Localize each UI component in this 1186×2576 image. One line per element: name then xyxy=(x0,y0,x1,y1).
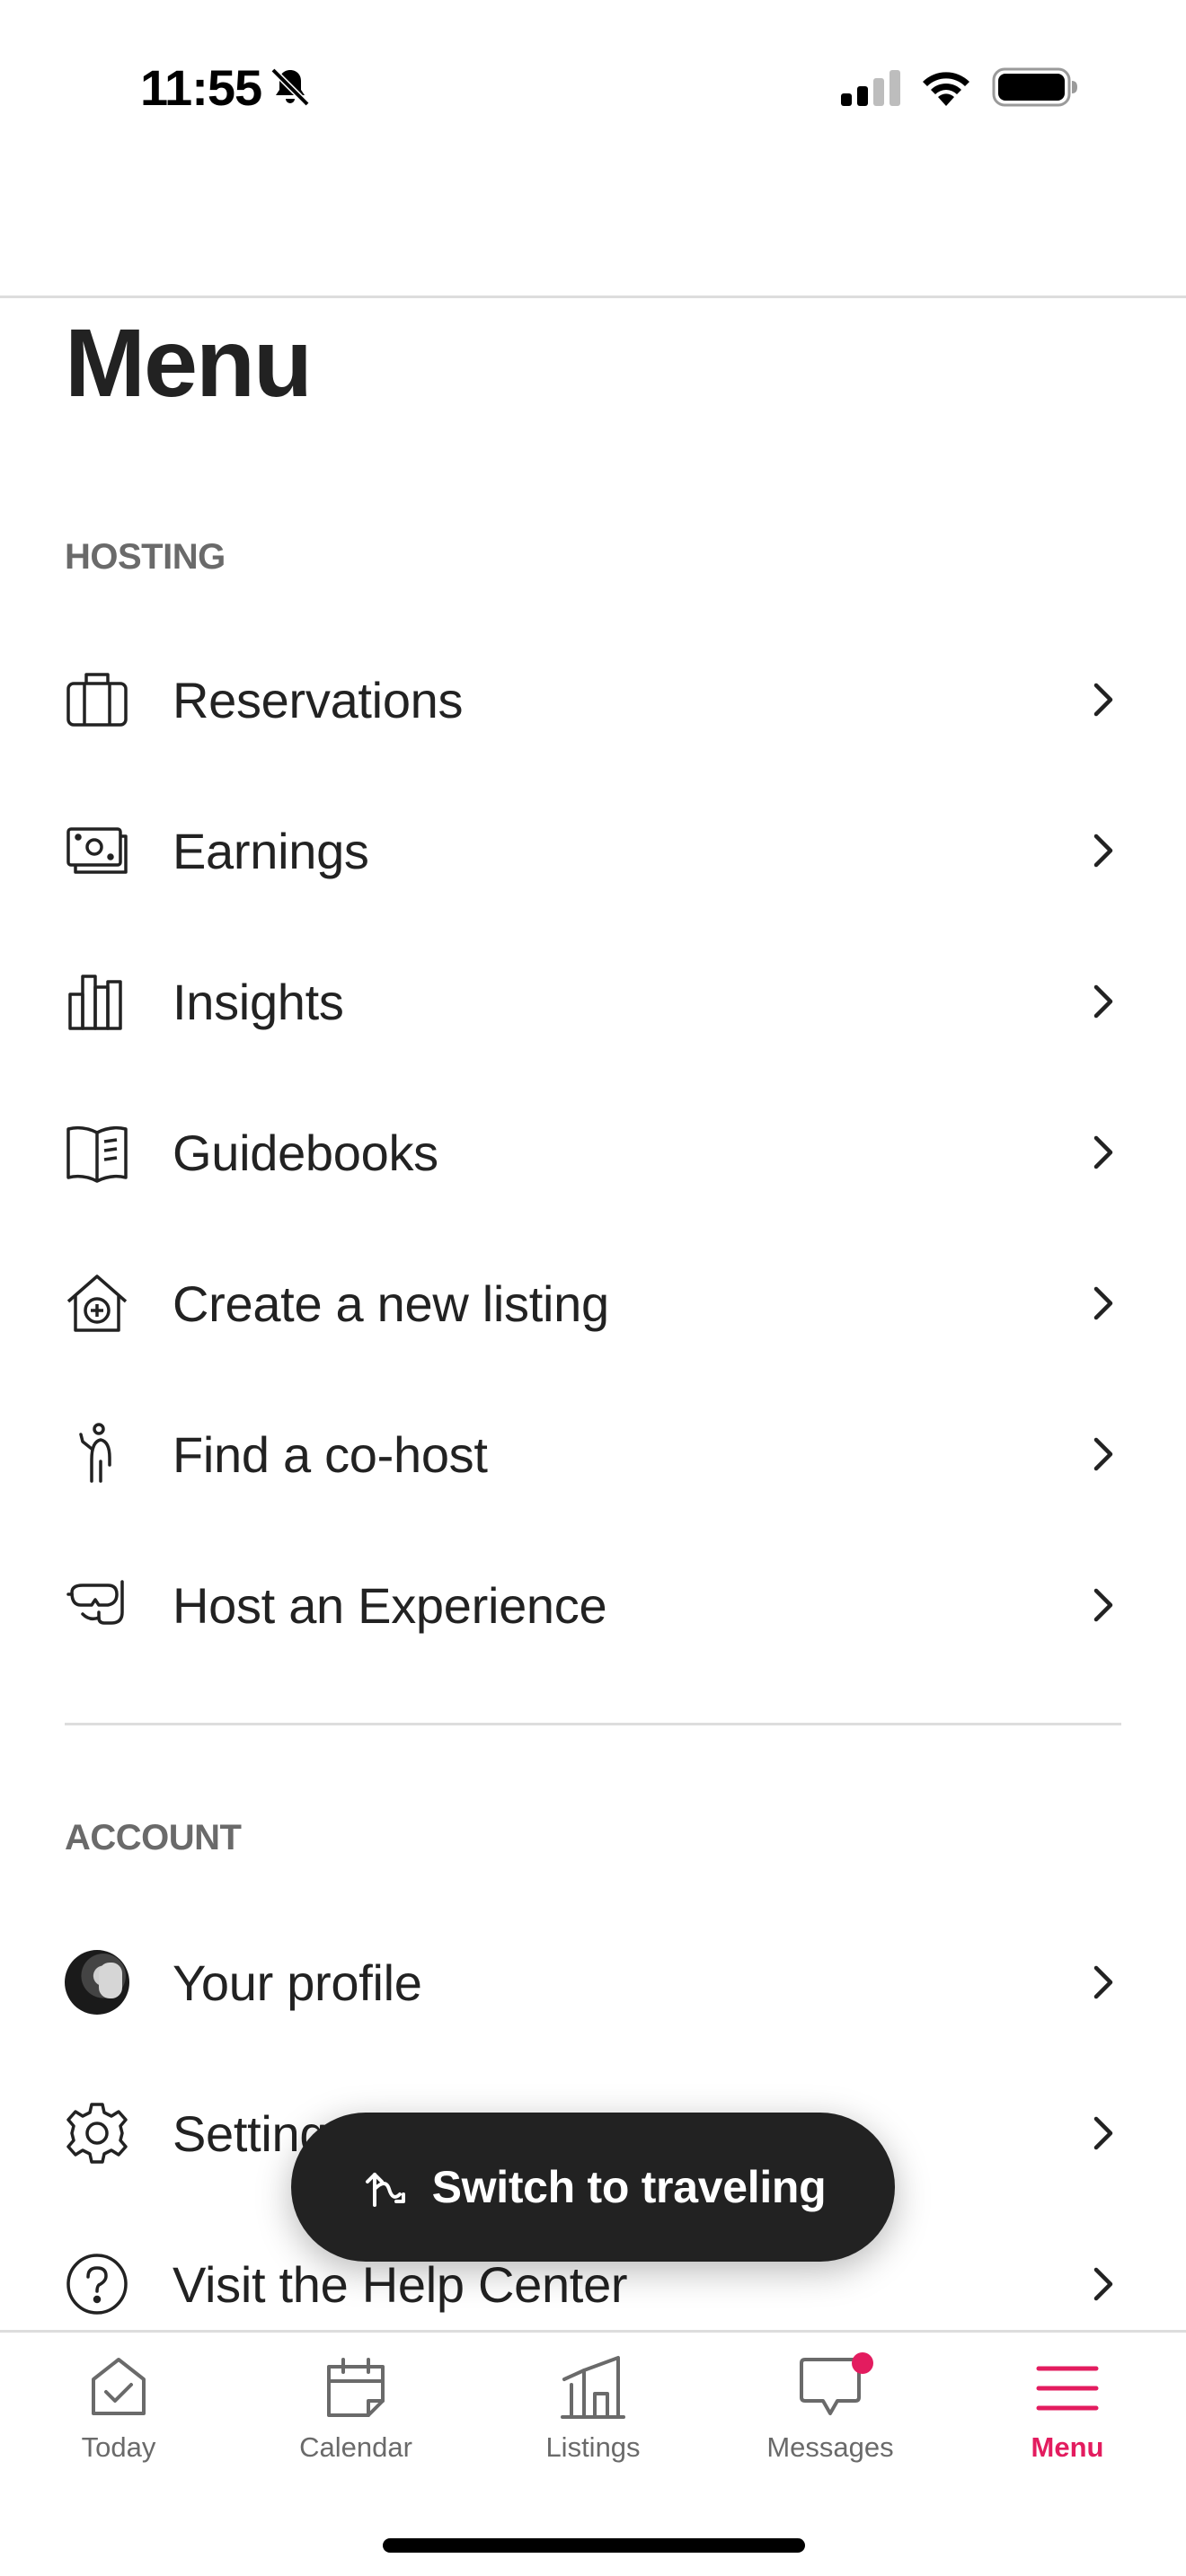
chat-bubble-wrapper xyxy=(796,2352,873,2422)
menu-item-label: Host an Experience xyxy=(173,1576,607,1634)
tab-menu[interactable]: Menu xyxy=(949,2354,1186,2498)
tab-calendar[interactable]: Calendar xyxy=(237,2354,474,2498)
menu-item-label: Guidebooks xyxy=(173,1124,438,1181)
check-square-icon xyxy=(92,2358,146,2415)
tab-label: Today xyxy=(81,2431,156,2463)
page-title: Menu xyxy=(65,308,313,417)
house-plus-icon xyxy=(65,1271,129,1336)
menu-item-label: Your profile xyxy=(173,1954,422,2011)
tab-label: Calendar xyxy=(299,2431,412,2463)
avatar-wrapper xyxy=(65,1950,129,2015)
menu-item-host-experience[interactable]: Host an Experience xyxy=(65,1547,1121,1663)
calendar-icon xyxy=(327,2358,385,2417)
status-time: 11:55 xyxy=(140,59,262,116)
menu-item-label: Find a co-host xyxy=(173,1425,488,1483)
snorkel-mask-icon xyxy=(65,1573,129,1637)
switch-to-traveling-label: Switch to traveling xyxy=(431,2162,827,2212)
account-section-label: ACCOUNT xyxy=(65,1818,242,1857)
building-icon xyxy=(561,2356,625,2419)
avatar xyxy=(65,1950,129,2015)
person-icon xyxy=(65,1422,129,1486)
switch-to-traveling-button[interactable]: Switch to traveling xyxy=(291,2113,895,2262)
help-circle-icon xyxy=(65,2252,129,2316)
chevron-right-icon xyxy=(1093,1965,1113,1999)
chevron-right-icon xyxy=(1093,1437,1113,1471)
menu-item-reservations[interactable]: Reservations xyxy=(65,641,1121,758)
book-icon xyxy=(65,1120,129,1185)
bell-slash-icon xyxy=(270,67,310,107)
hamburger-icon xyxy=(1036,2366,1099,2411)
switch-arrows-icon xyxy=(365,2173,405,2207)
menu-item-label: Reservations xyxy=(173,671,464,728)
menu-item-create-listing[interactable]: Create a new listing xyxy=(65,1245,1121,1362)
bar-chart-icon xyxy=(65,969,129,1034)
tab-today[interactable]: Today xyxy=(0,2354,237,2498)
chevron-right-icon xyxy=(1093,834,1113,868)
tab-label: Messages xyxy=(766,2431,894,2463)
menu-item-label: Visit the Help Center xyxy=(173,2255,628,2313)
menu-item-label: Earnings xyxy=(173,822,369,879)
tab-messages[interactable]: Messages xyxy=(712,2352,949,2498)
cellular-signal-icon xyxy=(841,70,900,106)
chevron-right-icon xyxy=(1093,683,1113,717)
tab-label: Listings xyxy=(545,2431,641,2463)
chevron-right-icon xyxy=(1093,1588,1113,1622)
chevron-right-icon xyxy=(1093,984,1113,1019)
cash-icon xyxy=(65,818,129,883)
wifi-icon xyxy=(923,72,969,106)
home-indicator xyxy=(383,2538,805,2553)
unread-badge xyxy=(852,2352,873,2374)
menu-item-guidebooks[interactable]: Guidebooks xyxy=(65,1094,1121,1211)
chevron-right-icon xyxy=(1093,1135,1113,1169)
tab-label: Menu xyxy=(1031,2431,1104,2463)
menu-item-label: Insights xyxy=(173,973,344,1030)
menu-item-label: Create a new listing xyxy=(173,1275,609,1332)
status-bar: 11:55 xyxy=(0,0,1186,180)
section-divider xyxy=(65,1723,1121,1725)
tab-listings[interactable]: Listings xyxy=(474,2354,712,2498)
menu-screen: 11:55 Menu HOSTING Reservations Earnings… xyxy=(0,0,1186,2576)
menu-item-your-profile[interactable]: Your profile xyxy=(65,1924,1121,2041)
header-divider xyxy=(0,296,1186,298)
menu-item-find-cohost[interactable]: Find a co-host xyxy=(65,1396,1121,1513)
chevron-right-icon xyxy=(1093,2116,1113,2150)
battery-icon xyxy=(992,67,1077,107)
gear-icon xyxy=(65,2101,129,2166)
chevron-right-icon xyxy=(1093,2267,1113,2301)
suitcase-icon xyxy=(65,667,129,732)
chevron-right-icon xyxy=(1093,1286,1113,1320)
hosting-section-label: HOSTING xyxy=(65,537,226,577)
menu-item-earnings[interactable]: Earnings xyxy=(65,792,1121,909)
menu-item-insights[interactable]: Insights xyxy=(65,943,1121,1060)
